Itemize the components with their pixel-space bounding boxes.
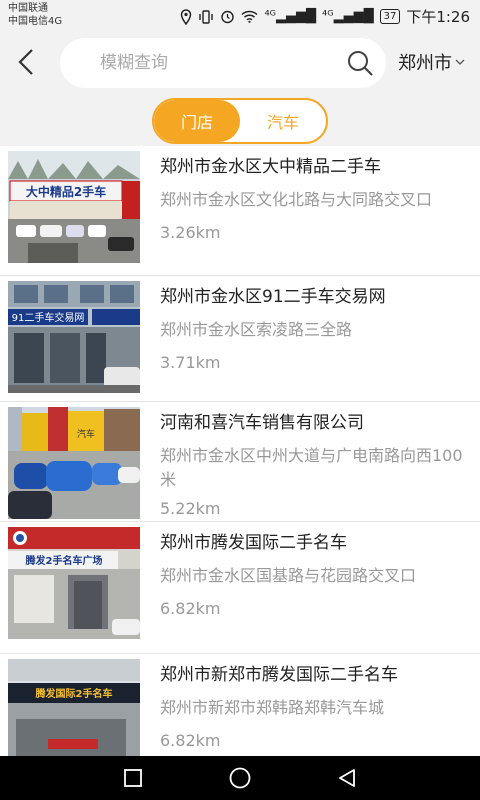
square-icon <box>124 769 143 787</box>
status-icons: ⁴ᴳ▂▄▆█ ⁴ᴳ▂▄▆█ 37 下午1:26 <box>180 6 470 27</box>
status-bar: 中国联通 中国电信4G ⁴ᴳ▂▄▆█ ⁴ᴳ▂▄▆█ 37 下午1:26 <box>0 0 480 32</box>
header: 郑州市 <box>0 32 480 92</box>
system-nav-bar <box>0 756 480 800</box>
search-icon[interactable] <box>346 49 374 77</box>
category-toggle: 门店 汽车 <box>152 98 328 144</box>
dealer-name: 郑州市新郑市腾发国际二手名车 <box>160 665 398 685</box>
search-box[interactable] <box>60 38 386 88</box>
dealer-list: 大中精品2手车 郑州市金水区大中精品二手车 郑州市金水区文化北路与大同路交叉口 … <box>0 146 480 756</box>
dealer-distance: 3.26km <box>160 223 221 242</box>
dealer-info: 河南和喜汽车销售有限公司 郑州市金水区中州大道与广电南路向西100米 5.22k… <box>160 410 474 520</box>
dealer-address: 郑州市新郑市郑韩路郑韩汽车城 <box>160 698 385 717</box>
dealer-distance: 6.82km <box>160 599 221 618</box>
dealer-item[interactable]: 腾发2手名车广场 郑州市腾发国际二手名车 郑州市金水区国基路与花园路交叉口 6.… <box>0 522 480 654</box>
dealer-distance: 3.71km <box>160 353 221 372</box>
dealer-address: 郑州市金水区国基路与花园路交叉口 <box>160 566 417 585</box>
storefront-sign-text: 大中精品2手车 <box>26 184 106 199</box>
dealer-photo: 大中精品2手车 <box>8 151 140 263</box>
battery-icon: 37 <box>379 9 401 24</box>
wifi-icon <box>241 10 258 23</box>
signal-icon-1: ⁴ᴳ▂▄▆█ <box>264 9 317 24</box>
circle-icon <box>229 767 251 789</box>
storefront-sign-text: 腾发2手名车广场 <box>25 554 103 567</box>
home-button[interactable] <box>220 758 260 798</box>
recents-button[interactable] <box>113 758 153 798</box>
dealer-item[interactable]: 腾发国际2手名车 郑州市新郑市腾发国际二手名车 郑州市新郑市郑韩路郑韩汽车城 6… <box>0 654 480 756</box>
dealer-photo: 腾发国际2手名车 <box>8 659 140 756</box>
location-icon <box>181 8 192 25</box>
status-time: 下午1:26 <box>406 8 470 26</box>
carrier-2: 中国电信4G <box>8 16 63 27</box>
dealer-name: 河南和喜汽车销售有限公司 <box>160 413 364 433</box>
dealer-name: 郑州市腾发国际二手名车 <box>160 533 347 553</box>
dealer-photo: 汽车 <box>8 407 140 519</box>
carrier-1: 中国联通 <box>8 3 48 14</box>
storefront-sign-text: 91二手车交易网 <box>12 311 85 324</box>
city-selector[interactable]: 郑州市 <box>398 49 466 75</box>
dealer-distance: 6.82km <box>160 731 221 750</box>
network-1-label: ⁴ᴳ <box>264 9 277 24</box>
dealer-info: 郑州市腾发国际二手名车 郑州市金水区国基路与花园路交叉口 6.82km <box>160 530 474 620</box>
storefront-sign-text: 腾发国际2手名车 <box>35 687 113 700</box>
triangle-back-icon <box>338 769 355 787</box>
signal-icon-2: ⁴ᴳ▂▄▆█ <box>322 9 374 24</box>
dealer-item[interactable]: 91二手车交易网 郑州市金水区91二手车交易网 郑州市金水区索凌路三全路 3.7… <box>0 276 480 402</box>
dealer-address: 郑州市金水区中州大道与广电南路向西100米 <box>160 446 463 489</box>
dealer-info: 郑州市金水区91二手车交易网 郑州市金水区索凌路三全路 3.71km <box>160 284 474 374</box>
network-2-label: ⁴ᴳ <box>322 9 334 24</box>
back-nav-button[interactable] <box>327 758 367 798</box>
back-button[interactable] <box>12 44 42 80</box>
tab-cars[interactable]: 汽车 <box>240 100 326 142</box>
dealer-photo: 腾发2手名车广场 <box>8 527 140 639</box>
dealer-info: 郑州市新郑市腾发国际二手名车 郑州市新郑市郑韩路郑韩汽车城 6.82km <box>160 662 474 752</box>
storefront-sign-text: 汽车 <box>77 428 95 440</box>
dealer-address: 郑州市金水区文化北路与大同路交叉口 <box>160 190 433 209</box>
chevron-down-icon <box>455 59 465 65</box>
search-input[interactable] <box>100 38 330 88</box>
alarm-icon <box>221 10 235 24</box>
tab-stores[interactable]: 门店 <box>154 100 240 142</box>
dealer-info: 郑州市金水区大中精品二手车 郑州市金水区文化北路与大同路交叉口 3.26km <box>160 154 474 244</box>
chevron-left-icon <box>18 49 33 75</box>
dealer-address: 郑州市金水区索凌路三全路 <box>160 320 353 339</box>
dealer-name: 郑州市金水区91二手车交易网 <box>160 287 386 307</box>
city-label: 郑州市 <box>398 53 452 74</box>
vibrate-icon <box>199 9 214 24</box>
dealer-photo: 91二手车交易网 <box>8 281 140 393</box>
dealer-distance: 5.22km <box>160 499 221 518</box>
carrier-info: 中国联通 中国电信4G <box>8 2 62 28</box>
dealer-name: 郑州市金水区大中精品二手车 <box>160 157 381 177</box>
dealer-item[interactable]: 汽车 河南和喜汽车销售有限公司 郑州市金水区中州大道与广电南路向西100米 5.… <box>0 402 480 522</box>
dealer-item[interactable]: 大中精品2手车 郑州市金水区大中精品二手车 郑州市金水区文化北路与大同路交叉口 … <box>0 146 480 276</box>
